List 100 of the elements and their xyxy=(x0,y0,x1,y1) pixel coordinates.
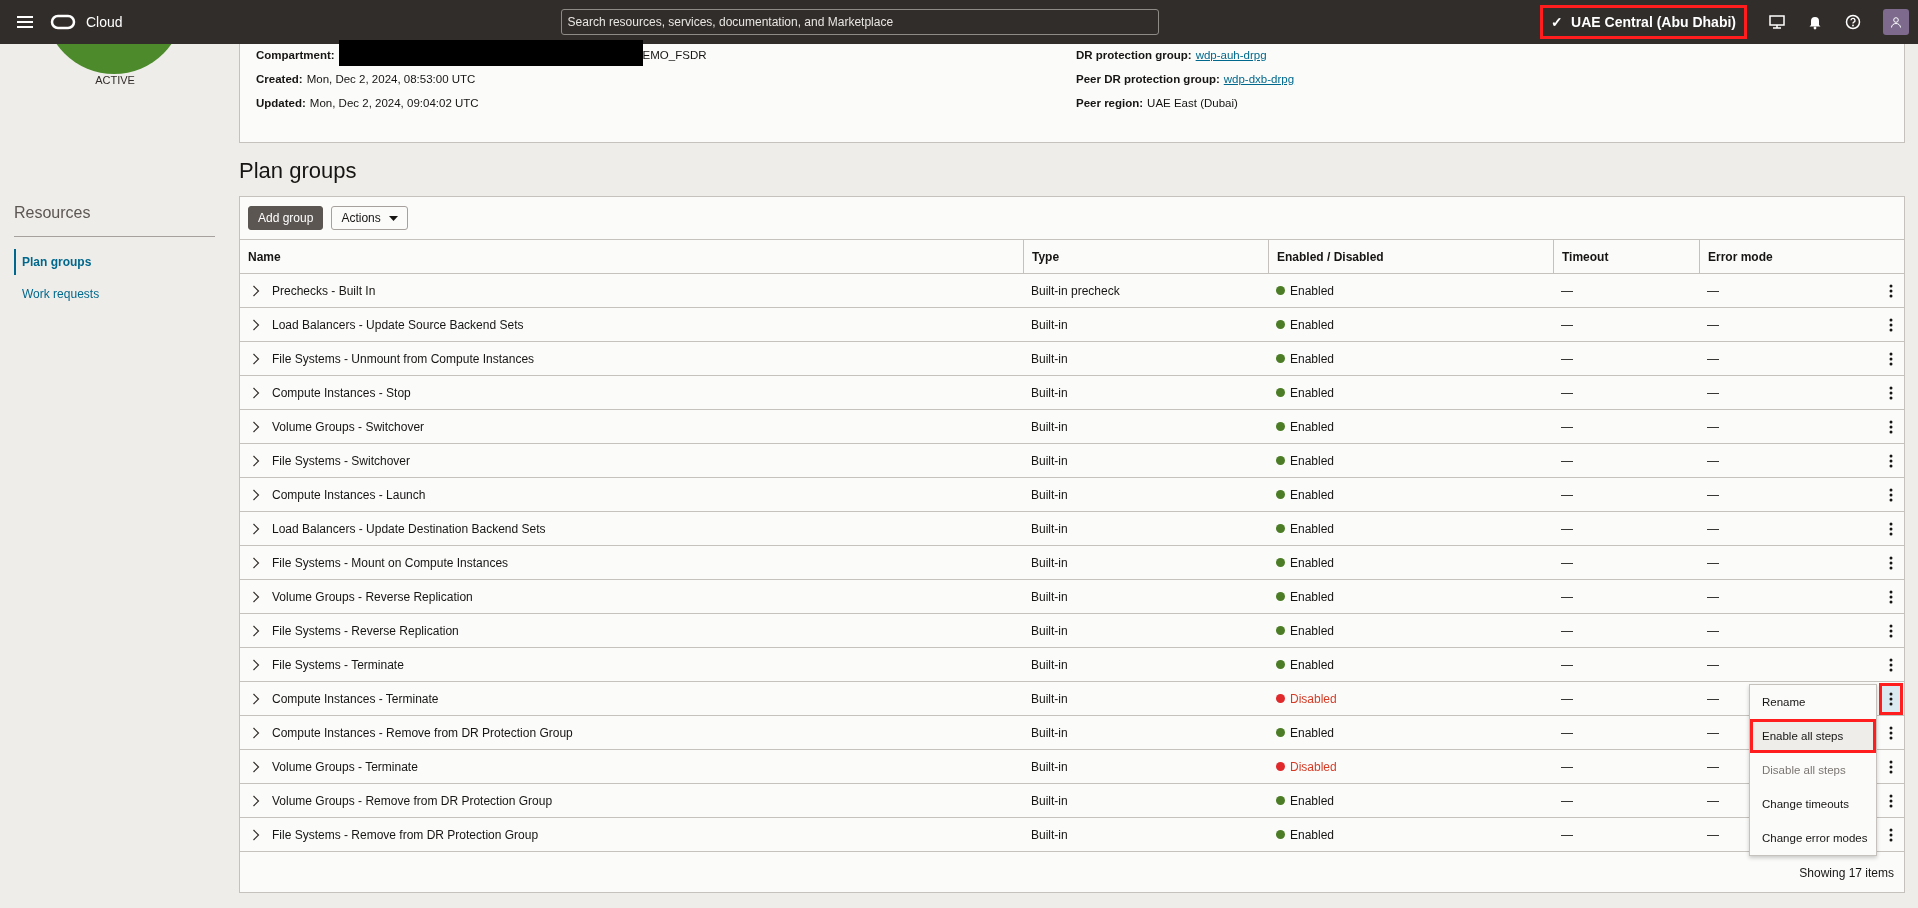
add-group-button[interactable]: Add group xyxy=(248,206,324,230)
menu-item[interactable]: Enable all steps xyxy=(1750,719,1876,753)
group-name: File Systems - Switchover xyxy=(272,453,411,468)
type-cell: Built-in xyxy=(1031,317,1068,332)
avatar[interactable] xyxy=(1883,9,1909,35)
brand-name[interactable]: Cloud xyxy=(86,14,123,30)
error-mode-cell: — xyxy=(1707,351,1719,366)
caret-icon xyxy=(388,215,398,221)
column-header[interactable]: Timeout xyxy=(1553,240,1699,273)
error-mode-cell: — xyxy=(1707,419,1719,434)
chevron-icon[interactable] xyxy=(252,794,260,807)
chevron-icon[interactable] xyxy=(252,726,260,739)
group-name: File Systems - Reverse Replication xyxy=(272,623,459,638)
status-text: Enabled xyxy=(1290,317,1335,332)
error-mode-cell: — xyxy=(1707,793,1719,808)
detail-label: Updated: xyxy=(256,97,306,109)
type-cell: Built-in xyxy=(1031,623,1068,638)
chevron-icon[interactable] xyxy=(252,658,260,671)
chevron-icon[interactable] xyxy=(252,454,260,467)
error-mode-cell: — xyxy=(1707,521,1719,536)
chevron-icon[interactable] xyxy=(252,386,260,399)
type-cell: Built-in xyxy=(1031,351,1068,366)
detail-value: Mon, Dec 2, 2024, 09:04:02 UTC xyxy=(309,97,479,109)
timeout-cell: — xyxy=(1561,827,1573,842)
monitor-icon[interactable] xyxy=(1769,14,1785,30)
chevron-icon[interactable] xyxy=(252,556,260,569)
status-text: Enabled xyxy=(1290,555,1335,570)
group-name: Load Balancers - Update Destination Backend Sets xyxy=(272,521,546,536)
status-text: Enabled xyxy=(1290,657,1335,672)
chevron-icon[interactable] xyxy=(252,624,260,637)
group-name: Compute Instances - Launch xyxy=(272,487,426,502)
chevron-icon[interactable] xyxy=(252,692,260,705)
more-icon xyxy=(1889,725,1893,740)
detail-label: Compartment: xyxy=(256,49,335,61)
column-header[interactable]: Name xyxy=(240,240,1023,273)
more-icon xyxy=(1889,487,1893,502)
actions-button[interactable]: Actions xyxy=(331,206,408,230)
more-icon xyxy=(1889,419,1893,434)
chevron-icon[interactable] xyxy=(252,284,260,297)
more-icon xyxy=(1889,453,1893,468)
chevron-icon[interactable] xyxy=(252,488,260,501)
timeout-cell: — xyxy=(1561,725,1573,740)
chevron-icon[interactable] xyxy=(252,318,260,331)
logo-icon[interactable] xyxy=(50,14,76,30)
status-text: Enabled xyxy=(1290,453,1335,468)
menu-item[interactable]: Change timeouts xyxy=(1750,787,1876,821)
detail-link[interactable]: wdp-dxb-drpg xyxy=(1223,73,1295,85)
more-options-button[interactable] xyxy=(1879,682,1903,715)
menu-item[interactable]: Rename xyxy=(1750,685,1876,719)
detail-label: Peer region: xyxy=(1076,97,1144,109)
chevron-icon[interactable] xyxy=(252,828,260,841)
chevron-icon[interactable] xyxy=(252,352,260,365)
column-header[interactable]: Enabled / Disabled xyxy=(1268,240,1553,273)
timeout-cell: — xyxy=(1561,691,1573,706)
chevron-icon[interactable] xyxy=(252,522,260,535)
search-field[interactable]: Search resources, services, documentation, and Marketplace xyxy=(560,9,1159,35)
error-mode-cell: — xyxy=(1707,759,1719,774)
group-name: Prechecks - Built In xyxy=(272,283,376,298)
status-text: Enabled xyxy=(1290,283,1335,298)
timeout-cell: — xyxy=(1561,623,1573,638)
group-name: Volume Groups - Switchover xyxy=(272,419,425,434)
chevron-icon[interactable] xyxy=(252,760,260,773)
timeout-cell: — xyxy=(1561,589,1573,604)
type-cell: Built-in xyxy=(1031,521,1068,536)
bell-icon[interactable] xyxy=(1807,14,1823,30)
status-text: Enabled xyxy=(1290,487,1335,502)
group-name: Volume Groups - Remove from DR Protection Group xyxy=(272,793,553,808)
detail-label: DR protection group: xyxy=(1076,49,1192,61)
error-mode-cell: — xyxy=(1707,827,1719,842)
detail-link[interactable]: wdp-auh-drpg xyxy=(1195,49,1267,61)
group-name: File Systems - Unmount from Compute Instances xyxy=(272,351,535,366)
status-text: Disabled xyxy=(1290,759,1337,774)
column-header[interactable]: Type xyxy=(1023,240,1268,273)
help-icon[interactable] xyxy=(1845,14,1861,30)
group-name: File Systems - Remove from DR Protection Group xyxy=(272,827,539,842)
timeout-cell: — xyxy=(1561,419,1573,434)
sidebar-item[interactable]: Plan groups xyxy=(14,249,225,275)
chevron-icon[interactable] xyxy=(252,420,260,433)
status-text: Disabled xyxy=(1290,691,1337,706)
region-selector[interactable]: ✓ UAE Central (Abu Dhabi) xyxy=(1540,5,1747,39)
error-mode-cell: — xyxy=(1707,385,1719,400)
sidebar-item[interactable]: Work requests xyxy=(14,281,225,307)
item-count: Showing 17 items xyxy=(1799,866,1894,880)
chevron-icon[interactable] xyxy=(252,590,260,603)
column-header[interactable]: Error mode xyxy=(1699,240,1876,273)
error-mode-cell: — xyxy=(1707,283,1719,298)
type-cell: Built-in xyxy=(1031,657,1068,672)
error-mode-cell: — xyxy=(1707,317,1719,332)
group-name: Volume Groups - Terminate xyxy=(272,759,418,774)
timeout-cell: — xyxy=(1561,657,1573,672)
person-icon xyxy=(1890,16,1902,28)
menu-item[interactable]: Change error modes xyxy=(1750,821,1876,855)
menu-icon[interactable] xyxy=(16,15,34,29)
error-mode-cell: — xyxy=(1707,623,1719,638)
timeout-cell: — xyxy=(1561,521,1573,536)
type-cell: Built-in xyxy=(1031,385,1068,400)
detail-value: UAE East (Dubai) xyxy=(1147,97,1238,109)
type-cell: Built-in xyxy=(1031,555,1068,570)
timeout-cell: — xyxy=(1561,487,1573,502)
status-text: Enabled xyxy=(1290,623,1335,638)
